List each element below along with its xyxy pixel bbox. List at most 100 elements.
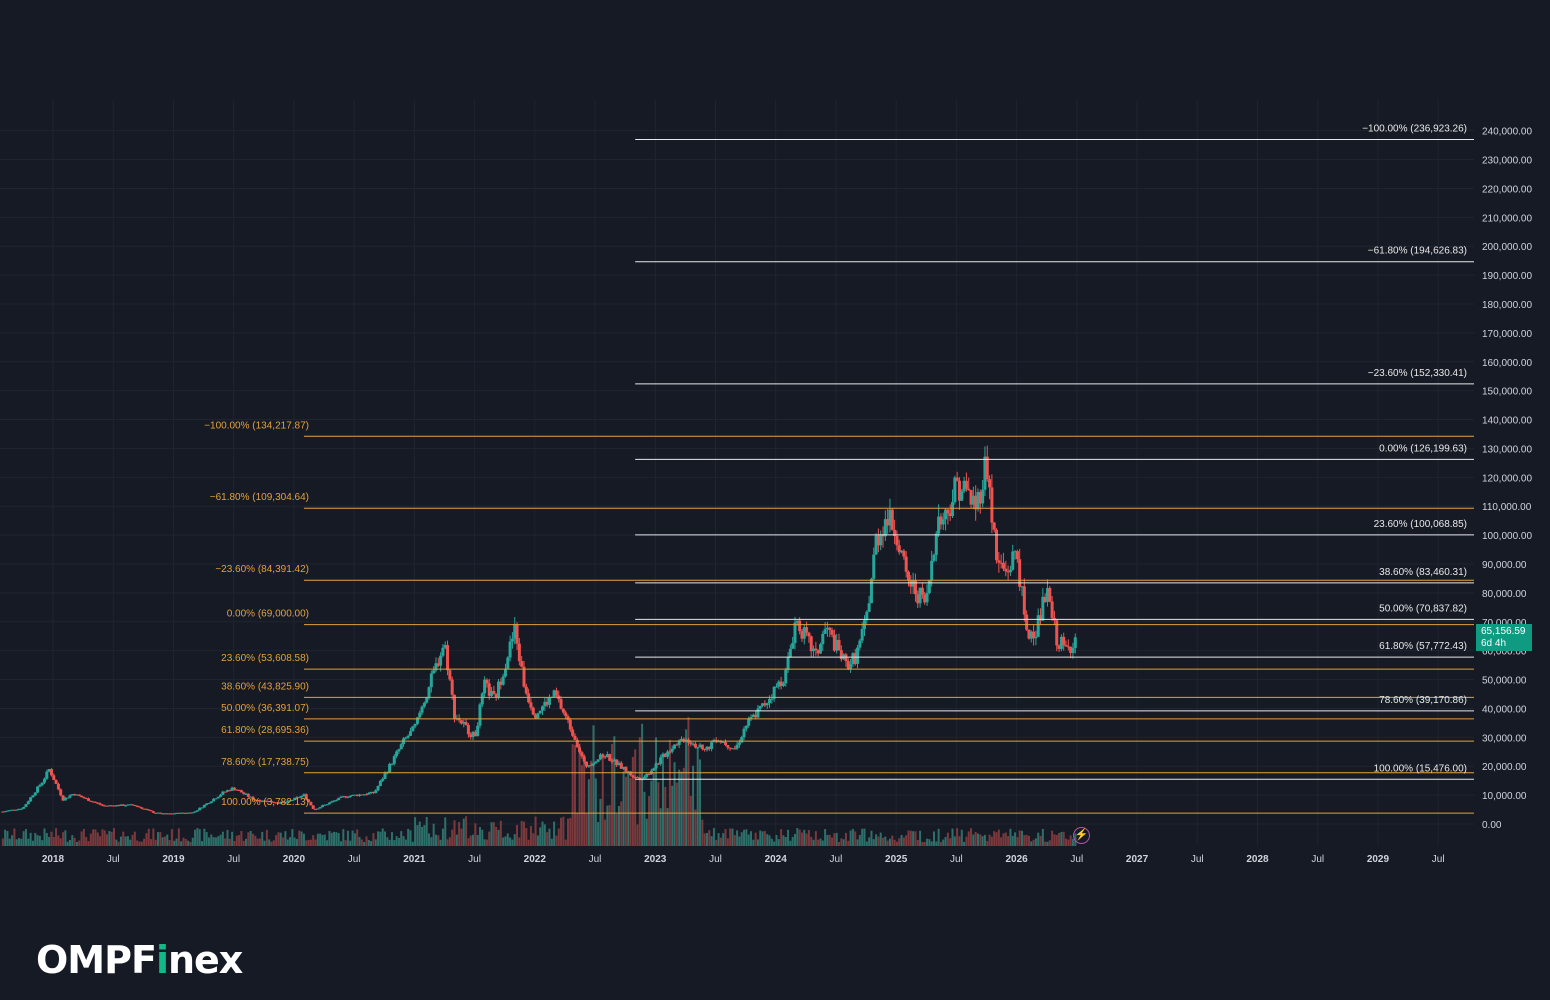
volume-bar bbox=[842, 839, 845, 846]
volume-bar bbox=[312, 835, 315, 846]
candle-body bbox=[1004, 568, 1008, 572]
volume-bar bbox=[360, 839, 363, 846]
volume-bar bbox=[573, 745, 576, 846]
candle-body bbox=[214, 798, 218, 800]
price-tick-label: 50,000.00 bbox=[1482, 676, 1527, 687]
volume-bar bbox=[291, 829, 294, 846]
volume-bar bbox=[974, 831, 977, 846]
volume-bar bbox=[766, 834, 769, 846]
volume-bar bbox=[421, 826, 424, 846]
time-tick-label: Jul bbox=[1070, 854, 1083, 865]
candle-body bbox=[464, 722, 468, 725]
candle-body bbox=[49, 769, 53, 776]
volume-bar bbox=[238, 835, 241, 846]
volume-bar bbox=[930, 841, 933, 846]
volume-bar bbox=[902, 837, 905, 846]
fib-level-label: 0.00% (69,000.00) bbox=[227, 609, 309, 620]
volume-bar bbox=[245, 838, 248, 846]
volume-bar bbox=[965, 836, 968, 846]
candle-body bbox=[930, 560, 934, 581]
price-tick-label: 190,000.00 bbox=[1482, 271, 1532, 282]
candle-body bbox=[311, 805, 315, 809]
volume-bar bbox=[719, 837, 722, 846]
price-tick-label: 30,000.00 bbox=[1482, 733, 1527, 744]
volume-bar bbox=[439, 839, 442, 846]
volume-bar bbox=[407, 828, 410, 846]
candle-body bbox=[860, 628, 864, 641]
volume-bar bbox=[295, 839, 298, 846]
time-axis[interactable]: 2018 Jul 2019 Jul 2020 Jul 2021 Jul 2022 Jul 2023 J… bbox=[42, 854, 1445, 865]
volume-bar bbox=[34, 832, 37, 846]
volume-bar bbox=[784, 836, 787, 846]
volume-bar bbox=[511, 839, 514, 846]
volume-bar bbox=[87, 841, 90, 846]
candle-body bbox=[951, 502, 955, 517]
candle-body bbox=[415, 717, 419, 724]
volume-bar bbox=[177, 828, 180, 846]
volume-bar bbox=[576, 812, 579, 846]
volume-bar bbox=[365, 836, 368, 846]
volume-bar bbox=[300, 831, 303, 846]
volume-bar bbox=[636, 824, 639, 846]
candle-body bbox=[140, 807, 144, 809]
volume-bar bbox=[434, 834, 437, 846]
volume-bar bbox=[509, 837, 512, 846]
volume-bar bbox=[916, 839, 919, 846]
volume-bar bbox=[157, 832, 160, 846]
volume-bar bbox=[314, 839, 317, 846]
volume-bar bbox=[59, 838, 62, 846]
volume-bar bbox=[854, 831, 857, 846]
candle-body bbox=[33, 792, 37, 796]
volume-bar bbox=[541, 821, 544, 846]
volume-bar bbox=[694, 809, 697, 846]
candle-body bbox=[427, 687, 431, 698]
volume-bar bbox=[794, 833, 797, 846]
candle-body bbox=[446, 645, 450, 671]
volume-bar bbox=[110, 831, 113, 846]
volume-bar bbox=[708, 830, 711, 846]
volume-bar bbox=[833, 833, 836, 846]
volume-bar bbox=[569, 817, 572, 846]
volume-bar bbox=[272, 840, 275, 846]
volume-bar bbox=[377, 831, 380, 846]
candle-body bbox=[383, 773, 387, 779]
volume-bar bbox=[513, 834, 516, 846]
volume-bar bbox=[703, 833, 706, 846]
price-axis[interactable]: 0.00 10,000.00 20,000.00 30,000.00 40,000.00… bbox=[1482, 127, 1532, 831]
volume-bar bbox=[363, 841, 366, 846]
volume-bar bbox=[516, 824, 519, 846]
candle-body bbox=[990, 487, 994, 523]
volume-bar bbox=[692, 765, 695, 846]
volume-bar bbox=[1069, 835, 1072, 846]
candle-body bbox=[337, 797, 341, 801]
volume-bar bbox=[770, 838, 773, 846]
time-tick-label: 2026 bbox=[1005, 854, 1028, 865]
volume-bar bbox=[483, 839, 486, 846]
price-tick-label: 120,000.00 bbox=[1482, 473, 1532, 484]
volume-bar bbox=[228, 838, 231, 846]
candle-body bbox=[376, 786, 380, 791]
candle-body bbox=[80, 795, 84, 798]
volume-bar bbox=[20, 838, 23, 846]
candle-body bbox=[629, 771, 633, 776]
volume-bar bbox=[944, 836, 947, 846]
candle-body bbox=[492, 690, 496, 694]
candle-body bbox=[232, 787, 236, 790]
candle-body bbox=[59, 789, 63, 796]
logo-text-accent: i bbox=[155, 938, 169, 982]
volume-bar bbox=[27, 838, 30, 846]
volume-bar bbox=[108, 831, 111, 846]
volume-bar bbox=[701, 819, 704, 846]
volume-bar bbox=[900, 834, 903, 846]
volume-bar bbox=[847, 840, 850, 846]
fib-level-label: −61.80% (109,304.64) bbox=[210, 492, 309, 503]
lightning-alert-icon[interactable]: ⚡ bbox=[1073, 827, 1090, 844]
volume-bar bbox=[356, 829, 359, 846]
volume-bar bbox=[374, 839, 377, 846]
volume-bar bbox=[330, 832, 333, 846]
candle-body bbox=[693, 743, 697, 748]
price-chart[interactable]: −100.00% (134,217.87) −61.80% (109,304.64… bbox=[0, 0, 1550, 1000]
candle-body bbox=[798, 620, 802, 632]
candle-body bbox=[788, 648, 792, 658]
volume-bar bbox=[249, 830, 252, 846]
